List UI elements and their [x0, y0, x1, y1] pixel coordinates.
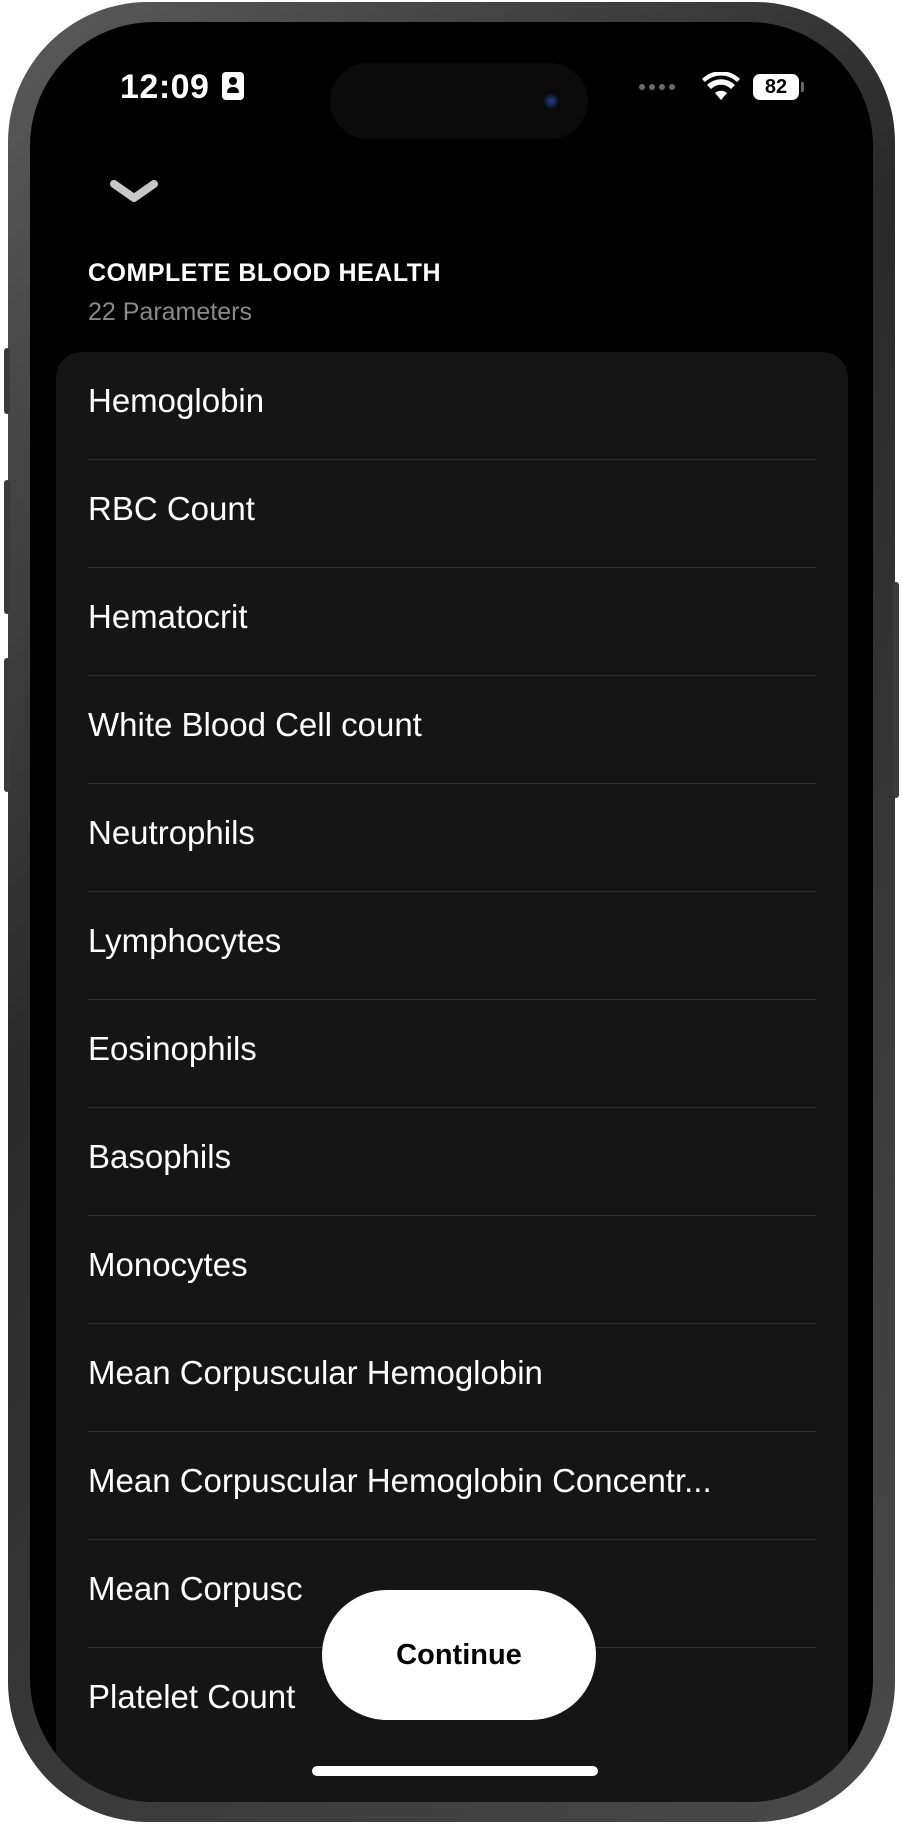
page-title: COMPLETE BLOOD HEALTH	[88, 259, 442, 287]
wifi-icon	[702, 72, 740, 100]
parameter-label: RBC Count	[88, 490, 255, 527]
camera-icon	[544, 94, 558, 108]
battery-icon: 82	[753, 74, 799, 100]
chevron-down-icon	[110, 180, 158, 202]
list-item[interactable]: Basophils	[56, 1108, 848, 1216]
battery-tip	[801, 82, 804, 92]
parameter-label: Monocytes	[88, 1246, 248, 1283]
parameter-count: 22 Parameters	[88, 298, 252, 326]
parameter-label: White Blood Cell count	[88, 706, 422, 743]
parameter-label: Mean Corpuscular Hemoglobin	[88, 1354, 543, 1391]
parameter-label: Neutrophils	[88, 814, 255, 851]
list-item[interactable]: Neutrophils	[56, 784, 848, 892]
parameter-label: Eosinophils	[88, 1030, 257, 1067]
home-indicator[interactable]	[312, 1766, 598, 1776]
action-button	[4, 348, 10, 414]
list-item[interactable]: Hematocrit	[56, 568, 848, 676]
parameter-label: Platelet Count	[88, 1678, 296, 1715]
parameter-label: Hematocrit	[88, 598, 248, 635]
list-item[interactable]: Monocytes	[56, 1216, 848, 1324]
contact-card-icon	[222, 72, 244, 100]
collapse-chevron-button[interactable]	[104, 174, 164, 214]
phone-frame: 12:09 82 COMPLETE BLOOD HEALTH 22 Parame…	[4, 2, 899, 1822]
parameter-label: Lymphocytes	[88, 922, 282, 959]
parameter-list: Hemoglobin RBC Count Hematocrit White Bl…	[56, 352, 848, 1802]
screen: 12:09 82 COMPLETE BLOOD HEALTH 22 Parame…	[30, 22, 873, 1802]
continue-button[interactable]: Continue	[322, 1590, 596, 1720]
parameter-label: Mean Corpuscular Hemoglobin Concentr...	[88, 1462, 712, 1499]
parameter-label: Hemoglobin	[88, 382, 265, 419]
list-item[interactable]: Mean Corpuscular Hemoglobin Concentr...	[56, 1432, 848, 1540]
list-item[interactable]: Hemoglobin	[56, 352, 848, 460]
volume-up-button	[4, 480, 10, 614]
status-time: 12:09	[120, 68, 210, 106]
list-item[interactable]: Mean Corpuscular Hemoglobin	[56, 1324, 848, 1432]
list-item[interactable]: White Blood Cell count	[56, 676, 848, 784]
list-item[interactable]: Lymphocytes	[56, 892, 848, 1000]
list-item[interactable]: Eosinophils	[56, 1000, 848, 1108]
cellular-signal-icon	[639, 84, 675, 90]
parameter-label: Mean Corpusc	[88, 1570, 303, 1607]
list-item[interactable]: RBC Count	[56, 460, 848, 568]
parameter-label: Basophils	[88, 1138, 232, 1175]
power-button	[893, 582, 899, 798]
volume-down-button	[4, 658, 10, 792]
dynamic-island	[330, 63, 588, 139]
